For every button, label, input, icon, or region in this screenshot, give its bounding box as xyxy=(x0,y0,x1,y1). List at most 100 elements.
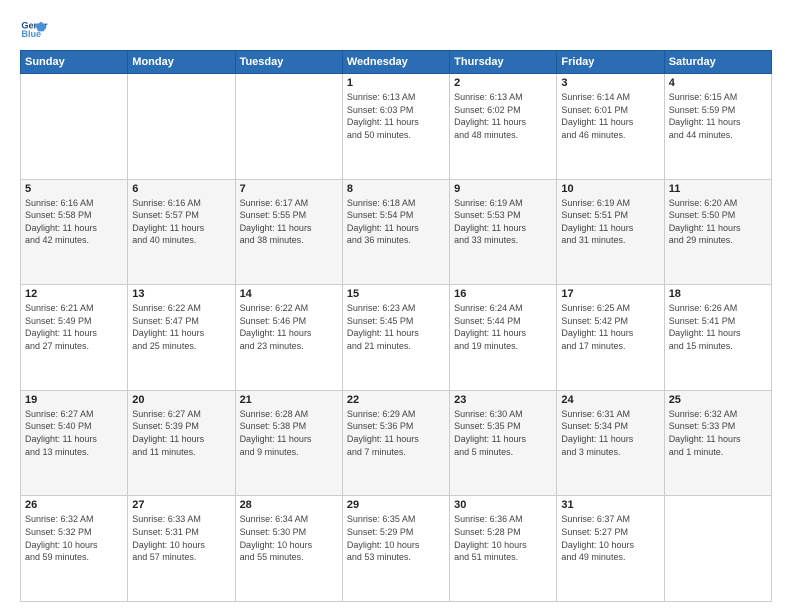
day-number: 8 xyxy=(347,183,445,195)
day-header-saturday: Saturday xyxy=(664,51,771,74)
day-number: 21 xyxy=(240,394,338,406)
day-number: 12 xyxy=(25,288,123,300)
day-info: Sunrise: 6:27 AM Sunset: 5:40 PM Dayligh… xyxy=(25,408,123,458)
day-number: 28 xyxy=(240,499,338,511)
calendar-cell: 28 Sunrise: 6:34 AM Sunset: 5:30 PM Dayli… xyxy=(235,496,342,602)
calendar-cell: 21 Sunrise: 6:28 AM Sunset: 5:38 PM Dayli… xyxy=(235,390,342,496)
calendar-cell: 20 Sunrise: 6:27 AM Sunset: 5:39 PM Dayli… xyxy=(128,390,235,496)
day-info: Sunrise: 6:15 AM Sunset: 5:59 PM Dayligh… xyxy=(669,91,767,141)
day-number: 16 xyxy=(454,288,552,300)
day-number: 20 xyxy=(132,394,230,406)
day-info: Sunrise: 6:16 AM Sunset: 5:58 PM Dayligh… xyxy=(25,197,123,247)
day-info: Sunrise: 6:24 AM Sunset: 5:44 PM Dayligh… xyxy=(454,302,552,352)
day-info: Sunrise: 6:13 AM Sunset: 6:03 PM Dayligh… xyxy=(347,91,445,141)
day-info: Sunrise: 6:23 AM Sunset: 5:45 PM Dayligh… xyxy=(347,302,445,352)
day-info: Sunrise: 6:26 AM Sunset: 5:41 PM Dayligh… xyxy=(669,302,767,352)
calendar-cell: 18 Sunrise: 6:26 AM Sunset: 5:41 PM Dayli… xyxy=(664,285,771,391)
day-number: 3 xyxy=(561,77,659,89)
day-info: Sunrise: 6:20 AM Sunset: 5:50 PM Dayligh… xyxy=(669,197,767,247)
day-info: Sunrise: 6:19 AM Sunset: 5:53 PM Dayligh… xyxy=(454,197,552,247)
day-info: Sunrise: 6:30 AM Sunset: 5:35 PM Dayligh… xyxy=(454,408,552,458)
day-info: Sunrise: 6:35 AM Sunset: 5:29 PM Dayligh… xyxy=(347,513,445,563)
day-info: Sunrise: 6:36 AM Sunset: 5:28 PM Dayligh… xyxy=(454,513,552,563)
day-info: Sunrise: 6:21 AM Sunset: 5:49 PM Dayligh… xyxy=(25,302,123,352)
calendar-cell: 24 Sunrise: 6:31 AM Sunset: 5:34 PM Dayli… xyxy=(557,390,664,496)
calendar-cell: 1 Sunrise: 6:13 AM Sunset: 6:03 PM Daylig… xyxy=(342,74,449,180)
calendar-cell: 6 Sunrise: 6:16 AM Sunset: 5:57 PM Daylig… xyxy=(128,179,235,285)
calendar-cell: 14 Sunrise: 6:22 AM Sunset: 5:46 PM Dayli… xyxy=(235,285,342,391)
day-info: Sunrise: 6:33 AM Sunset: 5:31 PM Dayligh… xyxy=(132,513,230,563)
calendar-cell: 26 Sunrise: 6:32 AM Sunset: 5:32 PM Dayli… xyxy=(21,496,128,602)
calendar-cell: 5Sunrise: 6:16 AM Sunset: 5:58 PM Daylig… xyxy=(21,179,128,285)
calendar-cell: 2 Sunrise: 6:13 AM Sunset: 6:02 PM Daylig… xyxy=(450,74,557,180)
day-header-tuesday: Tuesday xyxy=(235,51,342,74)
day-info: Sunrise: 6:27 AM Sunset: 5:39 PM Dayligh… xyxy=(132,408,230,458)
day-info: Sunrise: 6:32 AM Sunset: 5:32 PM Dayligh… xyxy=(25,513,123,563)
calendar-cell: 4 Sunrise: 6:15 AM Sunset: 5:59 PM Daylig… xyxy=(664,74,771,180)
day-header-thursday: Thursday xyxy=(450,51,557,74)
day-info: Sunrise: 6:18 AM Sunset: 5:54 PM Dayligh… xyxy=(347,197,445,247)
day-info: Sunrise: 6:29 AM Sunset: 5:36 PM Dayligh… xyxy=(347,408,445,458)
day-info: Sunrise: 6:32 AM Sunset: 5:33 PM Dayligh… xyxy=(669,408,767,458)
day-number: 29 xyxy=(347,499,445,511)
day-info: Sunrise: 6:13 AM Sunset: 6:02 PM Dayligh… xyxy=(454,91,552,141)
day-info: Sunrise: 6:14 AM Sunset: 6:01 PM Dayligh… xyxy=(561,91,659,141)
calendar-cell: 9 Sunrise: 6:19 AM Sunset: 5:53 PM Daylig… xyxy=(450,179,557,285)
day-info: Sunrise: 6:31 AM Sunset: 5:34 PM Dayligh… xyxy=(561,408,659,458)
day-number: 19 xyxy=(25,394,123,406)
day-number: 1 xyxy=(347,77,445,89)
day-number: 4 xyxy=(669,77,767,89)
day-number: 7 xyxy=(240,183,338,195)
day-info: Sunrise: 6:17 AM Sunset: 5:55 PM Dayligh… xyxy=(240,197,338,247)
calendar-cell: 3 Sunrise: 6:14 AM Sunset: 6:01 PM Daylig… xyxy=(557,74,664,180)
day-header-friday: Friday xyxy=(557,51,664,74)
calendar-cell: 31 Sunrise: 6:37 AM Sunset: 5:27 PM Dayli… xyxy=(557,496,664,602)
day-info: Sunrise: 6:25 AM Sunset: 5:42 PM Dayligh… xyxy=(561,302,659,352)
calendar-cell: 27 Sunrise: 6:33 AM Sunset: 5:31 PM Dayli… xyxy=(128,496,235,602)
calendar-cell: 13 Sunrise: 6:22 AM Sunset: 5:47 PM Dayli… xyxy=(128,285,235,391)
day-header-monday: Monday xyxy=(128,51,235,74)
day-info: Sunrise: 6:19 AM Sunset: 5:51 PM Dayligh… xyxy=(561,197,659,247)
day-number: 31 xyxy=(561,499,659,511)
calendar-cell xyxy=(21,74,128,180)
day-number: 23 xyxy=(454,394,552,406)
day-number: 26 xyxy=(25,499,123,511)
day-number: 24 xyxy=(561,394,659,406)
calendar-cell: 7 Sunrise: 6:17 AM Sunset: 5:55 PM Daylig… xyxy=(235,179,342,285)
calendar-cell: 23 Sunrise: 6:30 AM Sunset: 5:35 PM Dayli… xyxy=(450,390,557,496)
calendar-table: SundayMondayTuesdayWednesdayThursdayFrid… xyxy=(20,50,772,602)
day-number: 10 xyxy=(561,183,659,195)
day-header-sunday: Sunday xyxy=(21,51,128,74)
calendar-cell: 29 Sunrise: 6:35 AM Sunset: 5:29 PM Dayli… xyxy=(342,496,449,602)
calendar-cell: 10 Sunrise: 6:19 AM Sunset: 5:51 PM Dayli… xyxy=(557,179,664,285)
logo: General Blue xyxy=(20,16,52,44)
calendar-cell: 16 Sunrise: 6:24 AM Sunset: 5:44 PM Dayli… xyxy=(450,285,557,391)
day-number: 17 xyxy=(561,288,659,300)
calendar-cell xyxy=(664,496,771,602)
calendar-cell xyxy=(128,74,235,180)
day-number: 30 xyxy=(454,499,552,511)
day-info: Sunrise: 6:28 AM Sunset: 5:38 PM Dayligh… xyxy=(240,408,338,458)
calendar-cell: 12 Sunrise: 6:21 AM Sunset: 5:49 PM Dayli… xyxy=(21,285,128,391)
day-info: Sunrise: 6:22 AM Sunset: 5:46 PM Dayligh… xyxy=(240,302,338,352)
day-number: 9 xyxy=(454,183,552,195)
calendar-cell: 8 Sunrise: 6:18 AM Sunset: 5:54 PM Daylig… xyxy=(342,179,449,285)
day-info: Sunrise: 6:37 AM Sunset: 5:27 PM Dayligh… xyxy=(561,513,659,563)
day-number: 14 xyxy=(240,288,338,300)
calendar-cell xyxy=(235,74,342,180)
day-number: 13 xyxy=(132,288,230,300)
day-number: 15 xyxy=(347,288,445,300)
day-number: 6 xyxy=(132,183,230,195)
day-number: 27 xyxy=(132,499,230,511)
day-info: Sunrise: 6:16 AM Sunset: 5:57 PM Dayligh… xyxy=(132,197,230,247)
calendar-cell: 22Sunrise: 6:29 AM Sunset: 5:36 PM Dayli… xyxy=(342,390,449,496)
day-number: 18 xyxy=(669,288,767,300)
calendar-cell: 15 Sunrise: 6:23 AM Sunset: 5:45 PM Dayli… xyxy=(342,285,449,391)
calendar-cell: 11Sunrise: 6:20 AM Sunset: 5:50 PM Dayli… xyxy=(664,179,771,285)
calendar-cell: 25Sunrise: 6:32 AM Sunset: 5:33 PM Dayli… xyxy=(664,390,771,496)
day-info: Sunrise: 6:34 AM Sunset: 5:30 PM Dayligh… xyxy=(240,513,338,563)
day-number: 2 xyxy=(454,77,552,89)
calendar-cell: 19 Sunrise: 6:27 AM Sunset: 5:40 PM Dayli… xyxy=(21,390,128,496)
day-info: Sunrise: 6:22 AM Sunset: 5:47 PM Dayligh… xyxy=(132,302,230,352)
day-header-wednesday: Wednesday xyxy=(342,51,449,74)
